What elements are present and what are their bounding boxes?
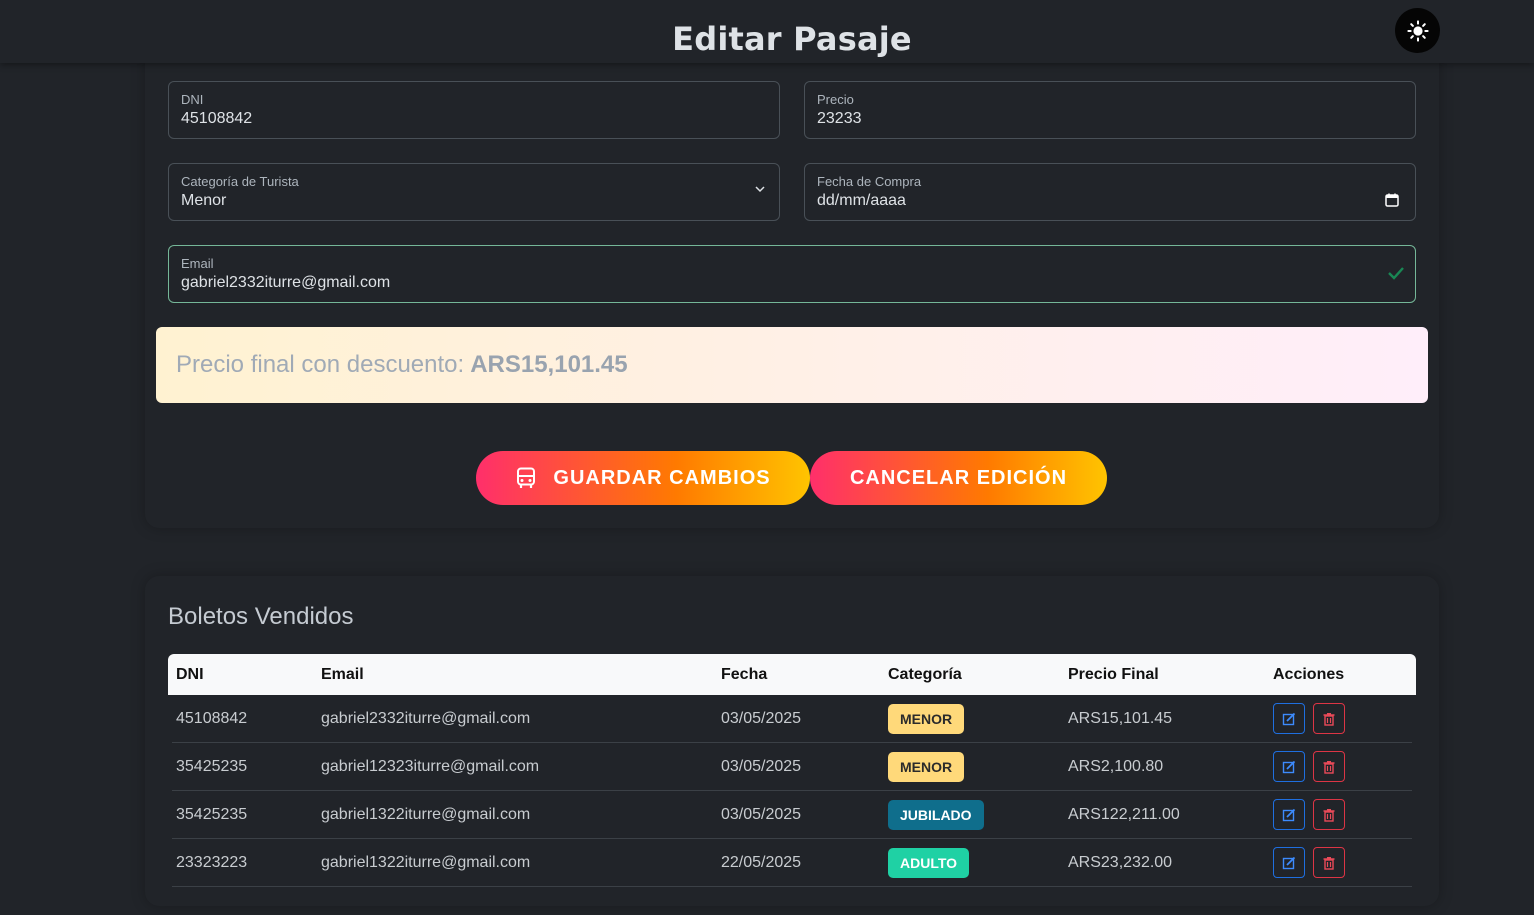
- fecha-field[interactable]: Fecha de Compra dd/mm/aaaa: [804, 163, 1416, 221]
- row-fecha: 03/05/2025: [721, 806, 802, 823]
- section-title: Boletos Vendidos: [168, 603, 354, 630]
- row-fecha: 03/05/2025: [721, 758, 802, 775]
- page-title: Editar Pasaje: [672, 20, 912, 58]
- row-precio: ARS15,101.45: [1068, 710, 1173, 727]
- email-field[interactable]: Email gabriel2332iturre@gmail.com: [168, 245, 1416, 303]
- row-precio: ARS23,232.00: [1068, 854, 1173, 871]
- discount-label: Precio final con descuento:: [176, 351, 465, 378]
- edit-icon: [1282, 808, 1296, 821]
- trash-icon: [1323, 760, 1335, 774]
- edit-button[interactable]: [1273, 847, 1305, 878]
- category-badge: MENOR: [888, 752, 965, 782]
- categoria-select[interactable]: Categoría de Turista Menor: [168, 163, 780, 221]
- row-dni: 35425235: [176, 758, 248, 775]
- trash-icon: [1323, 856, 1335, 870]
- categoria-value: Menor: [181, 192, 227, 209]
- row-dni: 35425235: [176, 806, 248, 823]
- edit-button[interactable]: [1273, 751, 1305, 782]
- row-fecha: 03/05/2025: [721, 710, 802, 727]
- row-email: gabriel1322iturre@gmail.com: [321, 806, 531, 823]
- precio-label: Precio: [817, 92, 854, 107]
- header-acciones: Acciones: [1273, 666, 1345, 683]
- theme-toggle-button[interactable]: [1395, 8, 1440, 53]
- header-fecha: Fecha: [721, 666, 768, 683]
- email-value: gabriel2332iturre@gmail.com: [181, 274, 391, 291]
- precio-field[interactable]: Precio 23233: [804, 81, 1416, 139]
- discount-value: ARS15,101.45: [470, 351, 628, 378]
- row-email: gabriel2332iturre@gmail.com: [321, 710, 531, 727]
- save-changes-label: GUARDAR CAMBIOS: [553, 466, 771, 489]
- table-row: 23323223 gabriel1322iturre@gmail.com 22/…: [172, 839, 1412, 887]
- categoria-label: Categoría de Turista: [181, 174, 299, 189]
- top-bar: Editar Pasaje: [0, 0, 1534, 63]
- cancel-edit-button[interactable]: CANCELAR EDICIÓN: [810, 451, 1107, 505]
- discount-banner: Precio final con descuento: ARS15,101.45: [156, 327, 1428, 403]
- row-email: gabriel1322iturre@gmail.com: [321, 854, 531, 871]
- row-email: gabriel12323iturre@gmail.com: [321, 758, 540, 775]
- check-icon: [1388, 267, 1404, 280]
- category-badge: JUBILADO: [888, 800, 984, 830]
- trash-icon: [1323, 808, 1335, 822]
- edit-icon: [1282, 712, 1296, 725]
- table-row: 35425235 gabriel12323iturre@gmail.com 03…: [172, 743, 1412, 791]
- dni-value: 45108842: [181, 110, 253, 127]
- cancel-edit-label: CANCELAR EDICIÓN: [849, 466, 1068, 489]
- precio-value: 23233: [817, 110, 862, 127]
- delete-button[interactable]: [1313, 799, 1345, 830]
- edit-button[interactable]: [1273, 703, 1305, 734]
- delete-button[interactable]: [1313, 751, 1345, 782]
- table-header: DNI Email Fecha Categoría Precio Final A…: [168, 654, 1416, 695]
- fecha-label: Fecha de Compra: [817, 174, 922, 189]
- header-email: Email: [321, 666, 364, 683]
- trash-icon: [1323, 712, 1335, 726]
- table-row: 35425235 gabriel1322iturre@gmail.com 03/…: [172, 791, 1412, 839]
- row-precio: ARS122,211.00: [1068, 806, 1180, 823]
- table-row: 45108842 gabriel2332iturre@gmail.com 03/…: [172, 695, 1412, 743]
- header-categoria: Categoría: [888, 666, 962, 683]
- row-dni: 45108842: [176, 710, 248, 727]
- row-precio: ARS2,100.80: [1068, 758, 1164, 775]
- category-badge: MENOR: [888, 704, 965, 734]
- dni-label: DNI: [181, 92, 204, 107]
- delete-button[interactable]: [1313, 847, 1345, 878]
- edit-icon: [1282, 760, 1296, 773]
- row-fecha: 22/05/2025: [721, 854, 802, 871]
- header-dni: DNI: [176, 666, 204, 683]
- tickets-table: DNI Email Fecha Categoría Precio Final A…: [168, 654, 1416, 887]
- fecha-value: dd/mm/aaaa: [817, 192, 906, 209]
- save-changes-button[interactable]: GUARDAR CAMBIOS: [476, 451, 810, 505]
- email-label: Email: [181, 256, 214, 271]
- delete-button[interactable]: [1313, 703, 1345, 734]
- edit-button[interactable]: [1273, 799, 1305, 830]
- header-precio: Precio Final: [1068, 666, 1159, 683]
- row-dni: 23323223: [176, 854, 248, 871]
- sun-icon: [1406, 19, 1429, 42]
- category-badge: ADULTO: [888, 848, 970, 878]
- edit-icon: [1282, 856, 1296, 869]
- dni-field[interactable]: DNI 45108842: [168, 81, 780, 139]
- chevron-down-icon: [755, 186, 765, 193]
- bus-icon: [517, 467, 536, 488]
- calendar-icon[interactable]: [1385, 193, 1399, 207]
